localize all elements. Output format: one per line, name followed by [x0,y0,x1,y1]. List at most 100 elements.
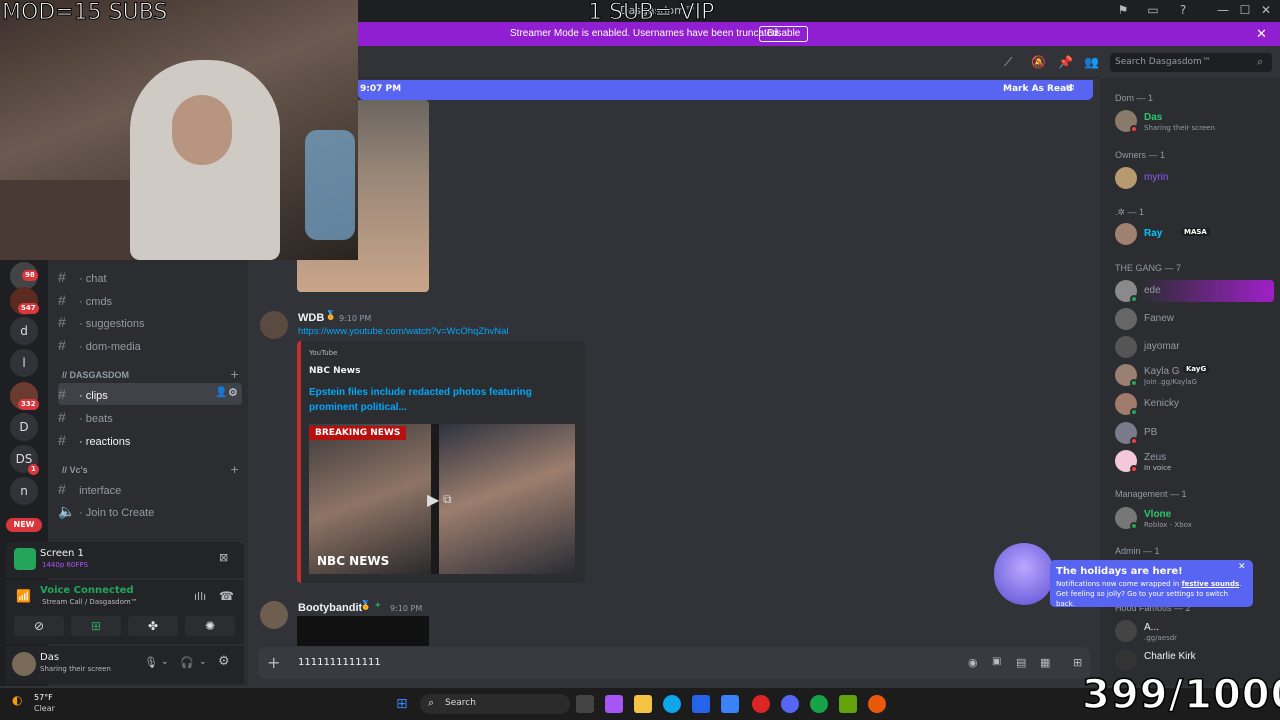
apps-icon[interactable]: ⊞ [1073,656,1082,669]
message-input[interactable]: 1111111111111 [298,657,381,668]
avatar[interactable] [260,311,288,339]
gift-icon[interactable]: ◉ [968,656,978,669]
mark-as-read-button[interactable]: Mark As Read [1003,84,1073,94]
discord-icon[interactable] [781,695,799,713]
activities-button[interactable]: ✤ [128,616,178,636]
member-gang[interactable]: Kayla G KayG Join .gg/KaylaG [1115,364,1275,390]
member-gang[interactable]: jayomar [1115,336,1275,362]
notifications-off-icon[interactable]: 🔕 [1031,55,1046,69]
chevron-down-icon[interactable]: ⌄ [199,657,207,667]
member-gang[interactable]: Fanew [1115,308,1275,334]
minimize-icon[interactable]: — [1215,3,1231,19]
inbox-icon[interactable]: ⚑ [1115,3,1131,19]
emoji-icon[interactable]: ▦ [1040,656,1050,669]
member-myrin[interactable]: myrin [1115,167,1275,193]
channel-beats[interactable]: # · beats [58,406,242,428]
invite-icon[interactable]: 👤 [215,387,227,398]
file-explorer-icon[interactable] [634,695,652,713]
member-gang[interactable]: Kenicky [1115,393,1275,419]
sticker-icon[interactable]: ▤ [1016,656,1026,669]
channel-reactions[interactable]: # · reactions [58,429,242,451]
channel-chat[interactable]: # · chat [58,266,242,288]
play-icon[interactable]: ▶ [427,490,439,509]
embed-title[interactable]: Epstein files include redacted photos fe… [309,385,569,415]
chrome-icon[interactable] [810,695,828,713]
message-author[interactable]: WDB [298,312,324,324]
embed-channel[interactable]: NBC News [309,366,360,376]
avatar[interactable] [12,652,36,676]
gear-icon[interactable]: ⚙ [228,386,238,399]
channel-interface[interactable]: # interface [58,478,242,500]
store-icon[interactable] [692,695,710,713]
disconnect-icon[interactable]: ☎ [219,589,234,603]
member-gang[interactable]: ede [1115,280,1275,306]
app-icon[interactable] [605,695,623,713]
weather-icon[interactable]: ◐ [12,693,22,707]
server-D[interactable]: D [10,413,38,441]
voice-channel[interactable]: Stream Call / Dasgasdom™ [42,598,138,606]
member-ray[interactable]: Ray MASA [1115,223,1275,249]
message-link[interactable]: https://www.youtube.com/watch?v=WcOhqZhv… [298,326,509,337]
streamer-mode-banner [358,22,1280,46]
add-channel-icon[interactable]: + [230,368,239,381]
festive-sounds-link[interactable]: festive sounds [1182,580,1240,588]
weather-temp[interactable]: 57°F [34,693,53,702]
server-n[interactable]: n [10,477,38,505]
soundboard-button[interactable]: ✺ [185,616,235,636]
signal-icon[interactable]: 📶 [16,589,31,603]
member-gang[interactable]: Zeus In voice [1115,450,1275,476]
member-list-icon[interactable]: 👥 [1084,55,1099,69]
pin-icon[interactable]: 📌 [1058,55,1073,69]
task-view-icon[interactable] [576,695,594,713]
member-gang[interactable]: PB [1115,422,1275,448]
voice-status[interactable]: Voice Connected [40,585,134,596]
new-messages-bar[interactable] [358,80,1093,100]
member-name: Vlone [1144,509,1172,520]
mic-icon[interactable]: 🎙 [144,656,158,669]
app-icon[interactable] [752,695,770,713]
channel-dom-media[interactable]: # · dom-media [58,334,242,356]
maximize-icon[interactable]: ☐ [1237,3,1253,19]
chevron-down-icon[interactable]: ⌄ [161,657,169,667]
outlook-icon[interactable] [721,695,739,713]
close-window-icon[interactable]: ✕ [1258,3,1274,19]
edge-icon[interactable] [663,695,681,713]
avatar[interactable] [260,601,288,629]
channel-suggestions[interactable]: # · suggestions [58,311,242,333]
member-vlone[interactable]: Vlone Roblox - Xbox [1115,507,1275,533]
threads-icon[interactable]: ⟋ [1004,55,1012,70]
mark-read-icon[interactable]: ✉ [1066,83,1074,94]
open-external-icon[interactable]: ⧉ [443,492,452,507]
windows-start-icon[interactable]: ⊞ [396,696,408,712]
message-author[interactable]: Bootybandit [298,602,362,614]
banner-close-icon[interactable]: ✕ [1256,27,1267,42]
user-name[interactable]: Das [40,652,59,663]
user-settings-icon[interactable]: ⚙ [218,654,230,669]
message-composer[interactable] [258,647,1090,679]
popup-close-icon[interactable]: ✕ [1238,562,1246,572]
channel-join-to-create[interactable]: 🔈 · Join to Create [58,500,242,522]
server-l[interactable]: l [10,349,38,377]
message-image[interactable] [297,616,429,646]
disable-streamer-button[interactable]: Disable [759,26,809,42]
add-channel-icon[interactable]: + [230,463,239,476]
screen-share-button[interactable]: ⊞ [71,616,121,636]
help-icon[interactable]: ? [1175,3,1191,19]
category-dasgasdom[interactable]: // DASGASDOM [62,370,129,380]
add-attachment-icon[interactable]: + [267,653,280,672]
taskbar-search[interactable] [420,694,570,714]
member-das[interactable]: Das Sharing their screen [1115,110,1275,136]
member-a[interactable]: A... .gg/aesdr [1115,620,1275,646]
screen-icon[interactable]: ▭ [1145,3,1161,19]
stop-stream-icon[interactable]: ⊠ [219,551,228,564]
server-d[interactable]: d [10,317,38,345]
app-icon[interactable] [839,695,857,713]
camera-button[interactable]: ⊘ [14,616,64,636]
channel-cmds[interactable]: # · cmds [58,289,242,311]
chrome-icon[interactable] [868,695,886,713]
noise-suppression-icon[interactable]: ıllı [194,590,206,603]
category-vcs[interactable]: // Vc's [62,465,88,475]
headphones-icon[interactable]: 🎧 [180,656,194,669]
gif-icon[interactable]: ▣ [992,656,1001,667]
video-thumbnail[interactable]: BREAKING NEWS NBC NEWS ▶ ⧉ [309,424,575,574]
